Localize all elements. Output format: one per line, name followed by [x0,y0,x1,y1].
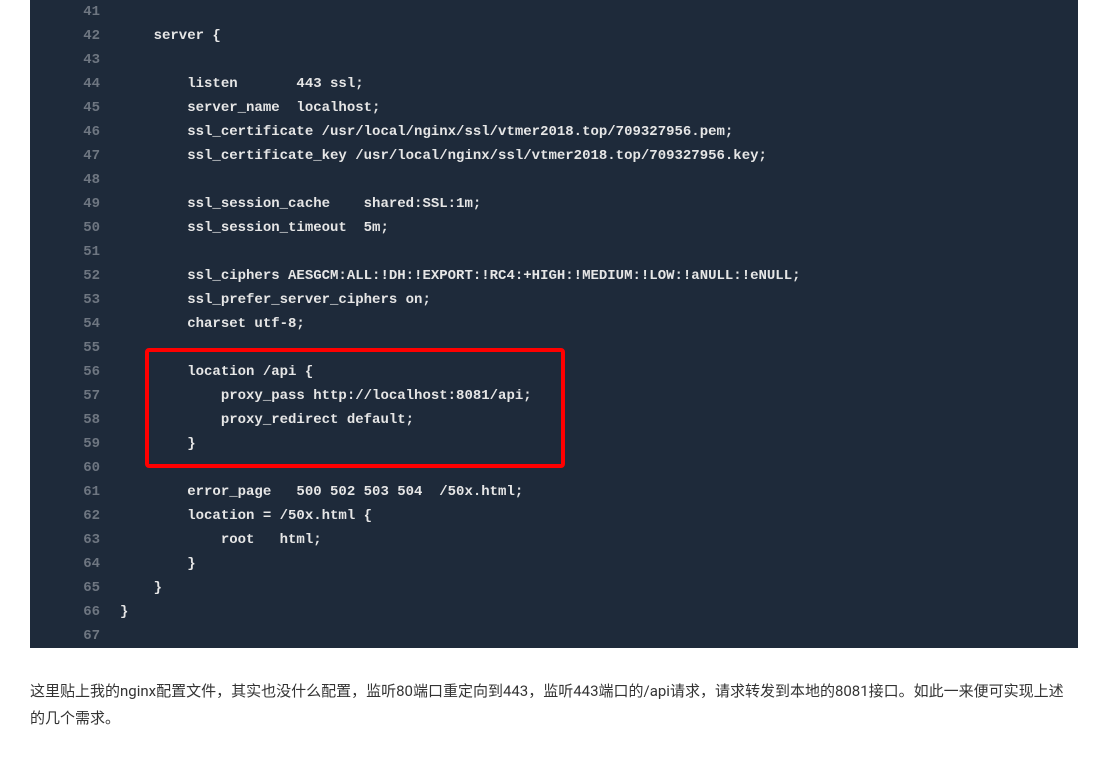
code-row: 59 } [30,432,1078,456]
line-number: 55 [30,336,120,360]
code-row: 65 } [30,576,1078,600]
line-number: 60 [30,456,120,480]
code-row: 46 ssl_certificate /usr/local/nginx/ssl/… [30,120,1078,144]
code-line-content: ssl_ciphers AESGCM:ALL:!DH:!EXPORT:!RC4:… [120,264,1078,288]
line-number: 62 [30,504,120,528]
line-number: 44 [30,72,120,96]
code-row: 44 listen 443 ssl; [30,72,1078,96]
line-number: 43 [30,48,120,72]
code-row: 58 proxy_redirect default; [30,408,1078,432]
code-row: 63 root html; [30,528,1078,552]
code-line-content: server { [120,24,1078,48]
code-row: 54 charset utf-8; [30,312,1078,336]
code-row: 50 ssl_session_timeout 5m; [30,216,1078,240]
code-line-content: error_page 500 502 503 504 /50x.html; [120,480,1078,504]
code-line-content [120,240,1078,264]
code-row: 66} [30,600,1078,624]
code-line-content [120,624,1078,648]
code-line-content: listen 443 ssl; [120,72,1078,96]
code-row: 60 [30,456,1078,480]
description-paragraph: 这里贴上我的nginx配置文件，其实也没什么配置，监听80端口重定向到443，监… [30,678,1078,732]
code-line-content: location = /50x.html { [120,504,1078,528]
code-line-content: ssl_session_timeout 5m; [120,216,1078,240]
code-row: 57 proxy_pass http://localhost:8081/api; [30,384,1078,408]
code-row: 43 [30,48,1078,72]
code-row: 49 ssl_session_cache shared:SSL:1m; [30,192,1078,216]
line-number: 67 [30,624,120,648]
line-number: 59 [30,432,120,456]
code-block: 4142 server {4344 listen 443 ssl;45 serv… [30,0,1078,648]
line-number: 52 [30,264,120,288]
line-number: 53 [30,288,120,312]
code-line-content: root html; [120,528,1078,552]
line-number: 63 [30,528,120,552]
code-row: 56 location /api { [30,360,1078,384]
code-line-content: ssl_certificate_key /usr/local/nginx/ssl… [120,144,1078,168]
code-line-content: location /api { [120,360,1078,384]
line-number: 66 [30,600,120,624]
code-line-content: ssl_session_cache shared:SSL:1m; [120,192,1078,216]
code-row: 55 [30,336,1078,360]
line-number: 58 [30,408,120,432]
code-row: 51 [30,240,1078,264]
code-line-content [120,168,1078,192]
code-row: 42 server { [30,24,1078,48]
line-number: 46 [30,120,120,144]
code-line-content: proxy_pass http://localhost:8081/api; [120,384,1078,408]
line-number: 61 [30,480,120,504]
code-row: 67 [30,624,1078,648]
code-line-content [120,336,1078,360]
code-row: 61 error_page 500 502 503 504 /50x.html; [30,480,1078,504]
line-number: 50 [30,216,120,240]
line-number: 47 [30,144,120,168]
code-line-content: server_name localhost; [120,96,1078,120]
code-row: 47 ssl_certificate_key /usr/local/nginx/… [30,144,1078,168]
code-row: 62 location = /50x.html { [30,504,1078,528]
code-line-content: } [120,600,1078,624]
code-line-content: charset utf-8; [120,312,1078,336]
code-row: 52 ssl_ciphers AESGCM:ALL:!DH:!EXPORT:!R… [30,264,1078,288]
code-line-content: proxy_redirect default; [120,408,1078,432]
code-row: 41 [30,0,1078,24]
line-number: 41 [30,0,120,24]
line-number: 51 [30,240,120,264]
line-number: 57 [30,384,120,408]
line-number: 42 [30,24,120,48]
code-line-content [120,0,1078,24]
line-number: 56 [30,360,120,384]
line-number: 49 [30,192,120,216]
code-row: 64 } [30,552,1078,576]
code-line-content: ssl_prefer_server_ciphers on; [120,288,1078,312]
code-row: 53 ssl_prefer_server_ciphers on; [30,288,1078,312]
line-number: 54 [30,312,120,336]
code-line-content: } [120,576,1078,600]
code-line-content [120,48,1078,72]
line-number: 65 [30,576,120,600]
code-line-content: } [120,432,1078,456]
code-row: 48 [30,168,1078,192]
line-number: 45 [30,96,120,120]
line-number: 64 [30,552,120,576]
code-line-content: ssl_certificate /usr/local/nginx/ssl/vtm… [120,120,1078,144]
line-number: 48 [30,168,120,192]
code-line-content [120,456,1078,480]
code-row: 45 server_name localhost; [30,96,1078,120]
code-line-content: } [120,552,1078,576]
